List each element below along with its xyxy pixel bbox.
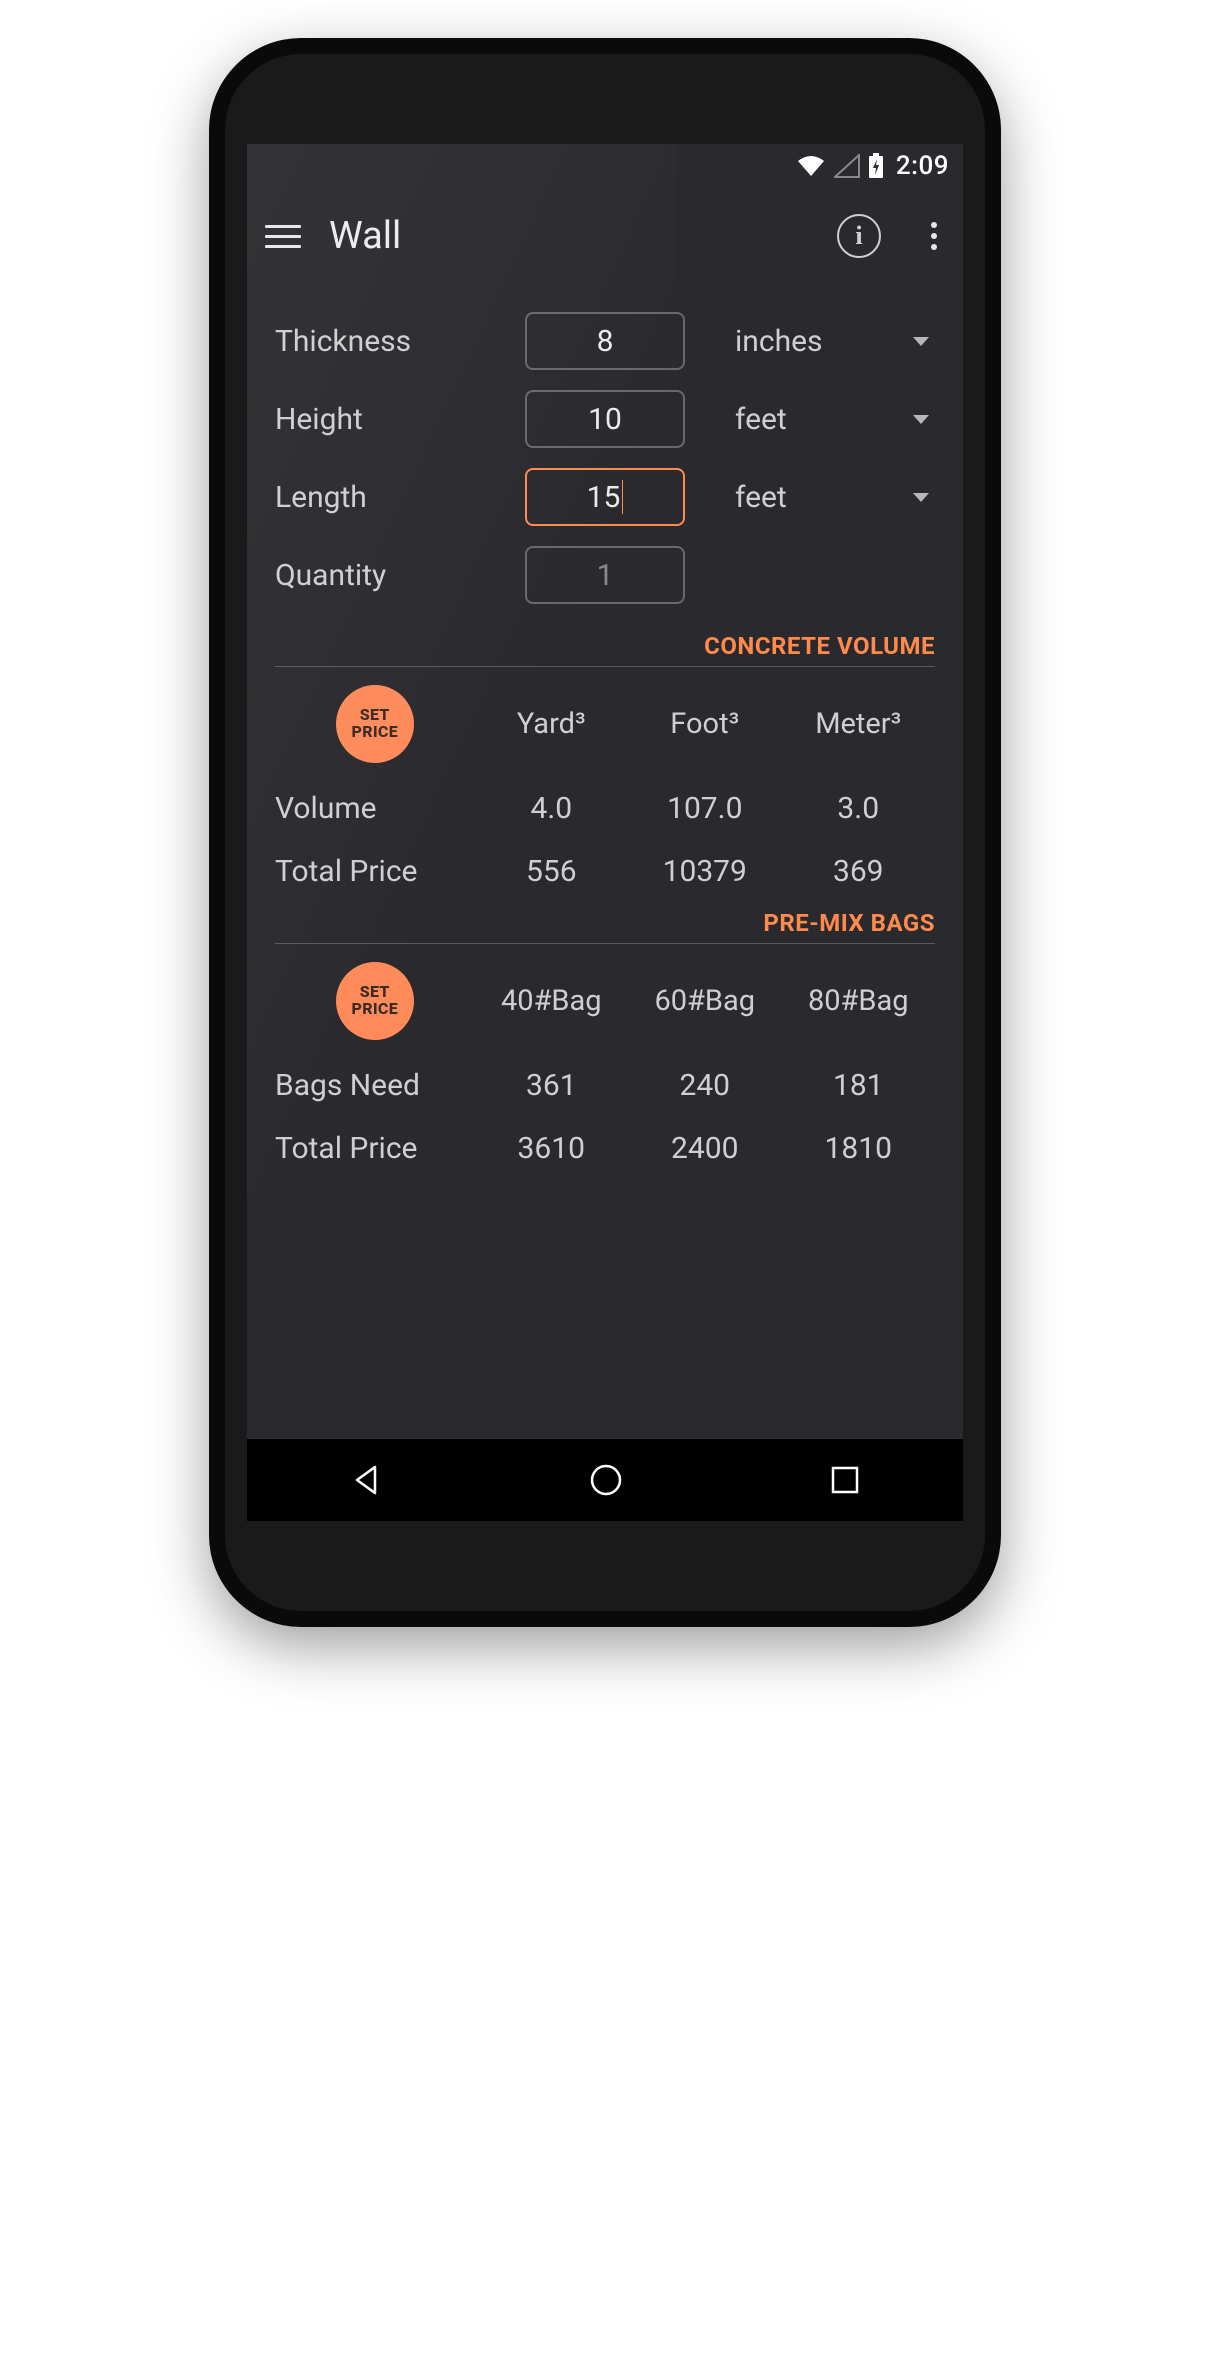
length-unit-select[interactable]: feet — [705, 480, 935, 515]
divider — [275, 666, 935, 667]
col-meter3: Meter³ — [782, 707, 936, 741]
set-price-label-line2: PRICE — [352, 724, 398, 741]
phone-frame: 2:09 Wall i Thickness 8 — [211, 40, 999, 1625]
bagsneed-80: 181 — [782, 1068, 936, 1103]
col-foot3: Foot³ — [628, 707, 781, 741]
chevron-down-icon — [913, 493, 929, 502]
premix-bags-table: SET PRICE 40#Bag 60#Bag 80#Bag Bags Need… — [275, 962, 935, 1166]
row-totalprice-label: Total Price — [275, 854, 475, 889]
height-unit-select[interactable]: feet — [705, 402, 935, 437]
chevron-down-icon — [913, 415, 929, 424]
bagstotal-40: 3610 — [475, 1131, 628, 1166]
set-price-label-line2: PRICE — [352, 1001, 398, 1018]
wifi-icon — [796, 154, 826, 178]
length-input-value: 15 — [587, 480, 621, 515]
col-yard3: Yard³ — [475, 707, 628, 741]
status-clock: 2:09 — [896, 151, 949, 181]
col-80bag: 80#Bag — [782, 984, 936, 1018]
height-label: Height — [275, 402, 505, 437]
quantity-input[interactable]: 1 — [525, 546, 685, 604]
length-unit-label: feet — [735, 480, 787, 515]
overflow-menu-button[interactable] — [927, 216, 941, 256]
length-row: Length 15 feet — [275, 458, 935, 536]
premix-bags-header: PRE-MIX BAGS — [275, 909, 935, 943]
set-price-bags-button[interactable]: SET PRICE — [336, 962, 414, 1040]
thickness-unit-select[interactable]: inches — [705, 324, 935, 359]
app-bar: Wall i — [247, 188, 963, 284]
volume-yard3: 4.0 — [475, 791, 628, 826]
thickness-unit-label: inches — [735, 324, 822, 359]
info-button[interactable]: i — [837, 214, 881, 258]
phone-bezel: 2:09 Wall i Thickness 8 — [225, 54, 985, 1611]
nav-recents-button[interactable] — [799, 1454, 891, 1506]
quantity-row: Quantity 1 — [275, 536, 935, 614]
nav-home-button[interactable] — [558, 1452, 654, 1508]
height-row: Height 10 feet — [275, 380, 935, 458]
nav-back-button[interactable] — [319, 1453, 413, 1507]
row-volume-label: Volume — [275, 791, 475, 826]
bagsneed-60: 240 — [628, 1068, 781, 1103]
android-nav-bar — [247, 1439, 963, 1521]
bagstotal-60: 2400 — [628, 1131, 781, 1166]
thickness-input[interactable]: 8 — [525, 312, 685, 370]
height-unit-label: feet — [735, 402, 787, 437]
height-input[interactable]: 10 — [525, 390, 685, 448]
row-bagstotal-label: Total Price — [275, 1131, 475, 1166]
thickness-row: Thickness 8 inches — [275, 302, 935, 380]
totalprice-meter3: 369 — [782, 854, 936, 889]
cell-signal-icon — [834, 154, 860, 178]
concrete-volume-table: SET PRICE Yard³ Foot³ Meter³ Volume 4.0 … — [275, 685, 935, 889]
set-price-volume-button[interactable]: SET PRICE — [336, 685, 414, 763]
divider — [275, 943, 935, 944]
volume-meter3: 3.0 — [782, 791, 936, 826]
screen: 2:09 Wall i Thickness 8 — [247, 144, 963, 1521]
bagsneed-40: 361 — [475, 1068, 628, 1103]
row-bagsneed-label: Bags Need — [275, 1068, 475, 1103]
status-bar: 2:09 — [247, 144, 963, 188]
col-40bag: 40#Bag — [475, 984, 628, 1018]
quantity-label: Quantity — [275, 558, 505, 593]
thickness-label: Thickness — [275, 324, 505, 359]
totalprice-yard3: 556 — [475, 854, 628, 889]
length-input[interactable]: 15 — [525, 468, 685, 526]
menu-icon[interactable] — [265, 218, 301, 254]
concrete-volume-header: CONCRETE VOLUME — [275, 632, 935, 666]
volume-foot3: 107.0 — [628, 791, 781, 826]
col-60bag: 60#Bag — [628, 984, 781, 1018]
content-area: Thickness 8 inches Height 10 feet — [247, 284, 963, 1439]
page-title: Wall — [329, 214, 809, 258]
totalprice-foot3: 10379 — [628, 854, 781, 889]
chevron-down-icon — [913, 337, 929, 346]
text-cursor — [622, 480, 623, 514]
bagstotal-80: 1810 — [782, 1131, 936, 1166]
battery-charging-icon — [868, 153, 884, 179]
length-label: Length — [275, 480, 505, 515]
